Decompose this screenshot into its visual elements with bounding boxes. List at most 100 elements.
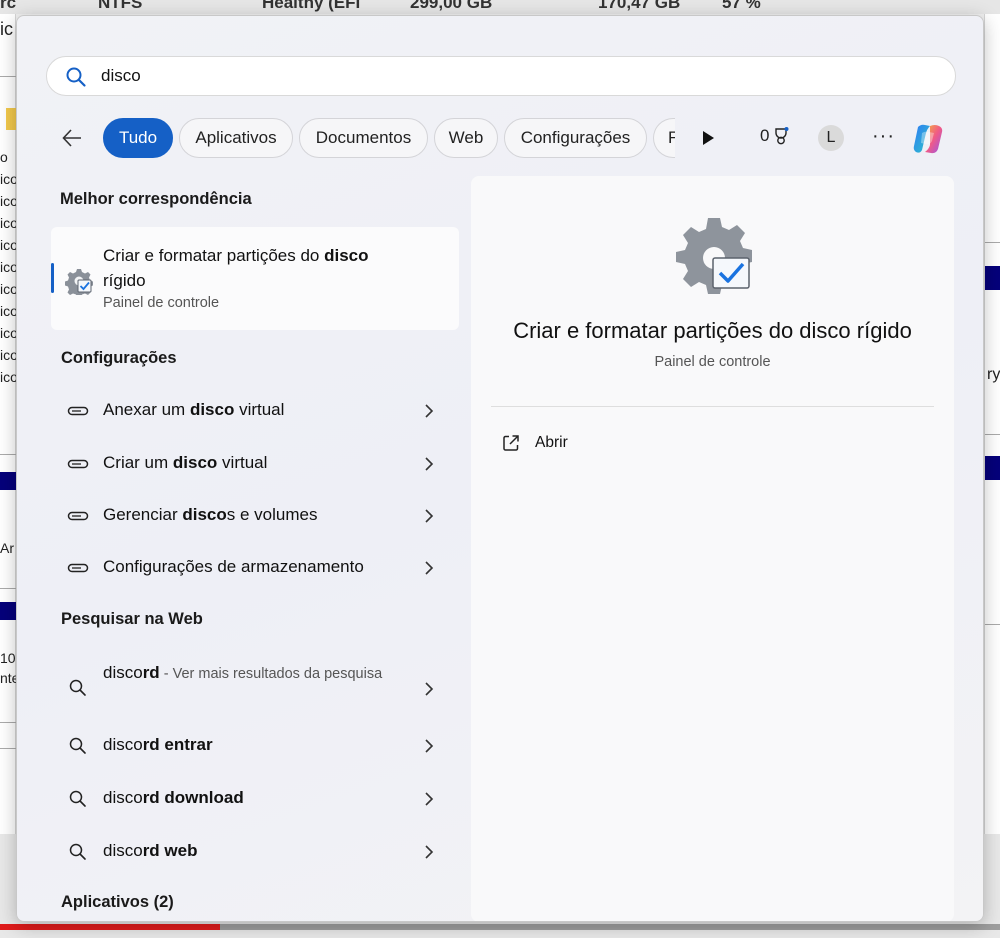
label-text: Gerenciar <box>103 505 183 524</box>
title-highlight: disco <box>324 246 369 265</box>
preview-divider <box>491 406 934 407</box>
tab-partial[interactable]: F <box>653 118 675 158</box>
open-external-icon <box>503 435 519 451</box>
label-text: disco <box>103 735 143 754</box>
tab-web[interactable]: Web <box>434 118 498 158</box>
selection-indicator <box>51 263 54 293</box>
best-match-title: Criar e formatar partições do disco rígid… <box>103 243 433 293</box>
background-label: o <box>0 149 8 165</box>
web-result[interactable]: discord web <box>51 829 459 875</box>
background-fragment: Healthy (EFI <box>262 0 361 12</box>
web-result[interactable]: discord download <box>51 776 459 822</box>
tab-tudo[interactable]: Tudo <box>103 118 173 158</box>
result-label: discord - Ver mais resultados da pesquis… <box>103 660 403 687</box>
label-highlight: disco <box>172 453 218 472</box>
web-result[interactable]: discord entrar <box>51 723 459 769</box>
label-highlight: rd web <box>142 841 198 860</box>
back-button[interactable] <box>58 124 86 152</box>
storage-drive-icon <box>67 563 89 573</box>
rewards-points[interactable]: 0 <box>760 126 791 146</box>
background-fragment: NTFS <box>98 0 143 12</box>
tab-documentos[interactable]: Documentos <box>299 118 428 158</box>
background-fragment: 57 % <box>722 0 761 12</box>
chevron-right-icon <box>425 457 434 471</box>
avatar[interactable]: L <box>818 125 844 151</box>
search-icon <box>66 67 86 87</box>
best-match-result[interactable]: Criar e formatar partições do disco rígid… <box>51 227 459 330</box>
label-highlight: rd <box>142 663 160 682</box>
trophy-icon <box>775 127 789 145</box>
settings-result[interactable]: Anexar um disco virtual <box>51 388 459 434</box>
copilot-icon[interactable] <box>908 119 948 159</box>
control-panel-gear-icon <box>676 218 752 294</box>
settings-result[interactable]: Gerenciar discos e volumes <box>51 493 459 539</box>
points-value: 0 <box>760 126 770 145</box>
background-header-strip: rc NTFS Healthy (EFI 299,00 GB 170,47 GB… <box>0 0 1000 14</box>
label-text: Anexar um <box>103 400 190 419</box>
web-heading: Pesquisar na Web <box>61 610 203 628</box>
apps-heading: Aplicativos (2) <box>61 893 174 911</box>
play-icon[interactable] <box>698 128 718 148</box>
video-progress-fill <box>0 924 220 930</box>
background-divider <box>0 454 16 455</box>
label-highlight: rd entrar <box>142 735 213 754</box>
background-divider <box>985 242 1000 243</box>
storage-drive-icon <box>67 459 89 469</box>
search-box[interactable] <box>46 56 956 96</box>
label-text: virtual <box>234 400 285 419</box>
search-icon <box>69 737 86 754</box>
search-icon <box>69 679 86 696</box>
background-highlight-bar <box>0 602 16 620</box>
best-match-heading: Melhor correspondência <box>60 190 252 208</box>
result-label: Configurações de armazenamento <box>103 557 364 577</box>
label-text: disco <box>103 663 143 682</box>
background-right-column: ry <box>984 14 1000 834</box>
title-text: Criar e formatar partições do <box>103 246 325 265</box>
background-divider <box>985 434 1000 435</box>
tab-configuracoes[interactable]: Configurações <box>504 118 647 158</box>
video-progress-bar[interactable] <box>0 924 1000 930</box>
storage-drive-icon <box>67 406 89 416</box>
background-highlight-bar <box>985 266 1000 290</box>
background-highlight-bar <box>0 472 16 490</box>
open-action[interactable]: Abrir <box>501 430 568 456</box>
background-label: ry <box>987 366 1000 383</box>
arrow-left-icon <box>62 129 81 147</box>
label-muted: - Ver mais resultados da pesquisa <box>159 666 383 682</box>
settings-result[interactable]: Criar um disco virtual <box>51 441 459 487</box>
chevron-right-icon <box>425 404 434 418</box>
open-action-label: Abrir <box>535 434 568 451</box>
chevron-right-icon <box>425 682 434 696</box>
chevron-right-icon <box>425 792 434 806</box>
search-input[interactable] <box>101 63 931 89</box>
result-label: discord web <box>103 841 197 861</box>
background-fragment: 170,47 GB <box>598 0 681 12</box>
title-text: rígido <box>103 271 146 290</box>
background-left-column: ic o ico ico ico ico ico ico ico ico ico… <box>0 14 23 834</box>
storage-drive-icon <box>67 511 89 521</box>
chevron-right-icon <box>425 845 434 859</box>
tab-aplicativos[interactable]: Aplicativos <box>179 118 293 158</box>
filter-bar: Tudo Aplicativos Documentos Web Configur… <box>46 118 956 158</box>
chevron-right-icon <box>425 509 434 523</box>
more-options-button[interactable]: ··· <box>872 126 895 146</box>
result-label: discord download <box>103 788 244 808</box>
label-text: disco <box>103 841 143 860</box>
result-label: Anexar um disco virtual <box>103 400 284 420</box>
chevron-right-icon <box>425 739 434 753</box>
result-label: discord entrar <box>103 735 213 755</box>
label-text: virtual <box>217 453 268 472</box>
control-panel-gear-icon <box>65 269 93 295</box>
preview-subtitle: Painel de controle <box>654 354 771 370</box>
search-icon <box>69 843 86 860</box>
web-result[interactable]: discord - Ver mais resultados da pesquis… <box>51 658 459 720</box>
background-fragment: rc <box>0 0 17 12</box>
preview-pane: Criar e formatar partições do disco rígi… <box>471 176 954 921</box>
windows-search-panel: Tudo Aplicativos Documentos Web Configur… <box>16 15 984 922</box>
background-fragment: 299,00 GB <box>410 0 493 12</box>
background-divider <box>0 588 16 589</box>
best-match-subtitle: Painel de controle <box>103 295 220 311</box>
preview-title: Criar e formatar partições do disco rígi… <box>513 318 912 343</box>
label-highlight: disco <box>182 505 227 524</box>
settings-result[interactable]: Configurações de armazenamento <box>51 545 459 591</box>
